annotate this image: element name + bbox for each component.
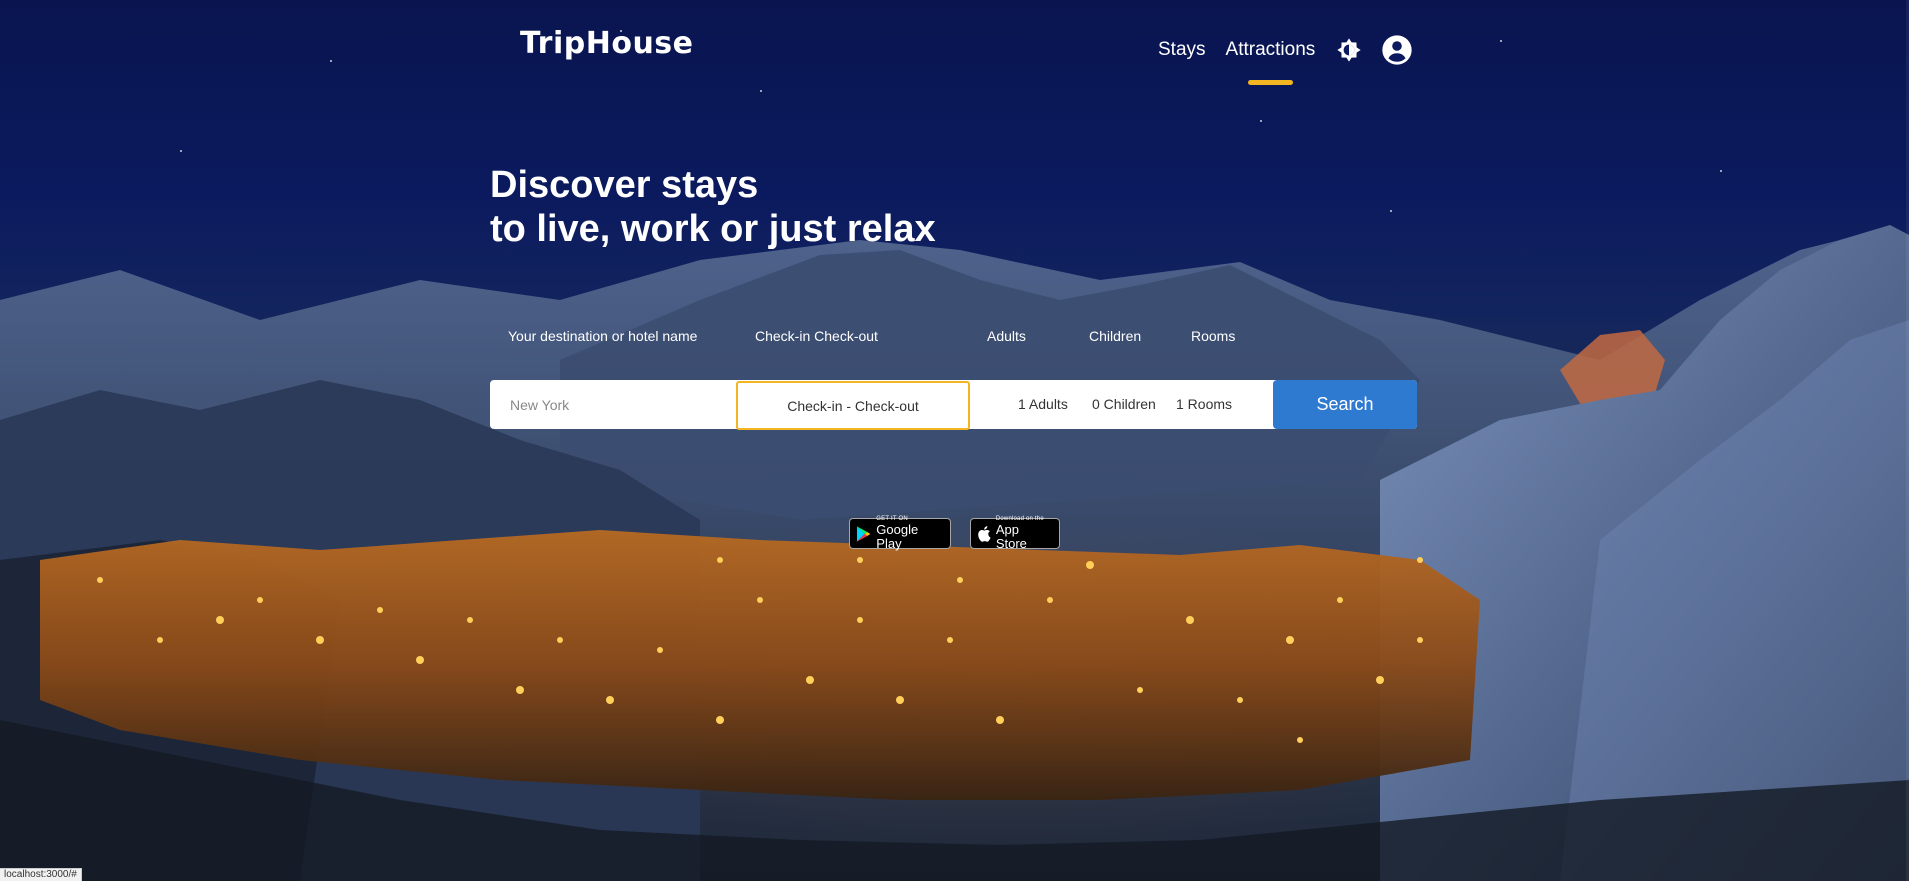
hero-line-1: Discover stays <box>490 164 759 206</box>
nav-stays[interactable]: Stays <box>1158 39 1206 61</box>
destination-input[interactable] <box>490 380 735 429</box>
rooms-selector[interactable]: 1 Rooms <box>1176 380 1232 429</box>
brand-logo[interactable]: TripHouse <box>520 26 694 61</box>
adults-selector[interactable]: 1 Adults <box>1018 380 1068 429</box>
date-range-picker[interactable]: Check-in - Check-out <box>736 381 970 430</box>
search-button[interactable]: Search <box>1273 380 1417 429</box>
label-adults: Adults <box>987 328 1026 344</box>
label-dates: Check-in Check-out <box>755 328 878 344</box>
label-destination: Your destination or hotel name <box>508 328 698 344</box>
mountain-village-scenery <box>0 225 1909 881</box>
app-store-large: App Store <box>995 522 1027 551</box>
google-play-large: Google Play <box>876 522 919 551</box>
google-play-icon <box>856 525 871 542</box>
hero-headline: Discover stays to live, work or just rel… <box>490 163 936 251</box>
search-bar: Check-in - Check-out 1 Adults 0 Children… <box>490 380 1417 430</box>
apple-icon <box>978 526 991 542</box>
nav-attractions[interactable]: Attractions <box>1226 39 1315 85</box>
label-rooms: Rooms <box>1191 328 1236 344</box>
google-play-badge[interactable]: GET IT ON Google Play <box>849 516 951 551</box>
app-store-badge[interactable]: Download on the App Store <box>970 516 1060 551</box>
brightness-icon[interactable] <box>1335 36 1363 64</box>
hero-line-2: to live, work or just relax <box>490 208 936 250</box>
account-circle-icon[interactable] <box>1381 34 1413 66</box>
children-selector[interactable]: 0 Children <box>1092 380 1156 429</box>
top-nav: Stays Attractions <box>1158 34 1431 85</box>
browser-status-url: localhost:3000/# <box>0 868 82 881</box>
label-children: Children <box>1089 328 1142 344</box>
